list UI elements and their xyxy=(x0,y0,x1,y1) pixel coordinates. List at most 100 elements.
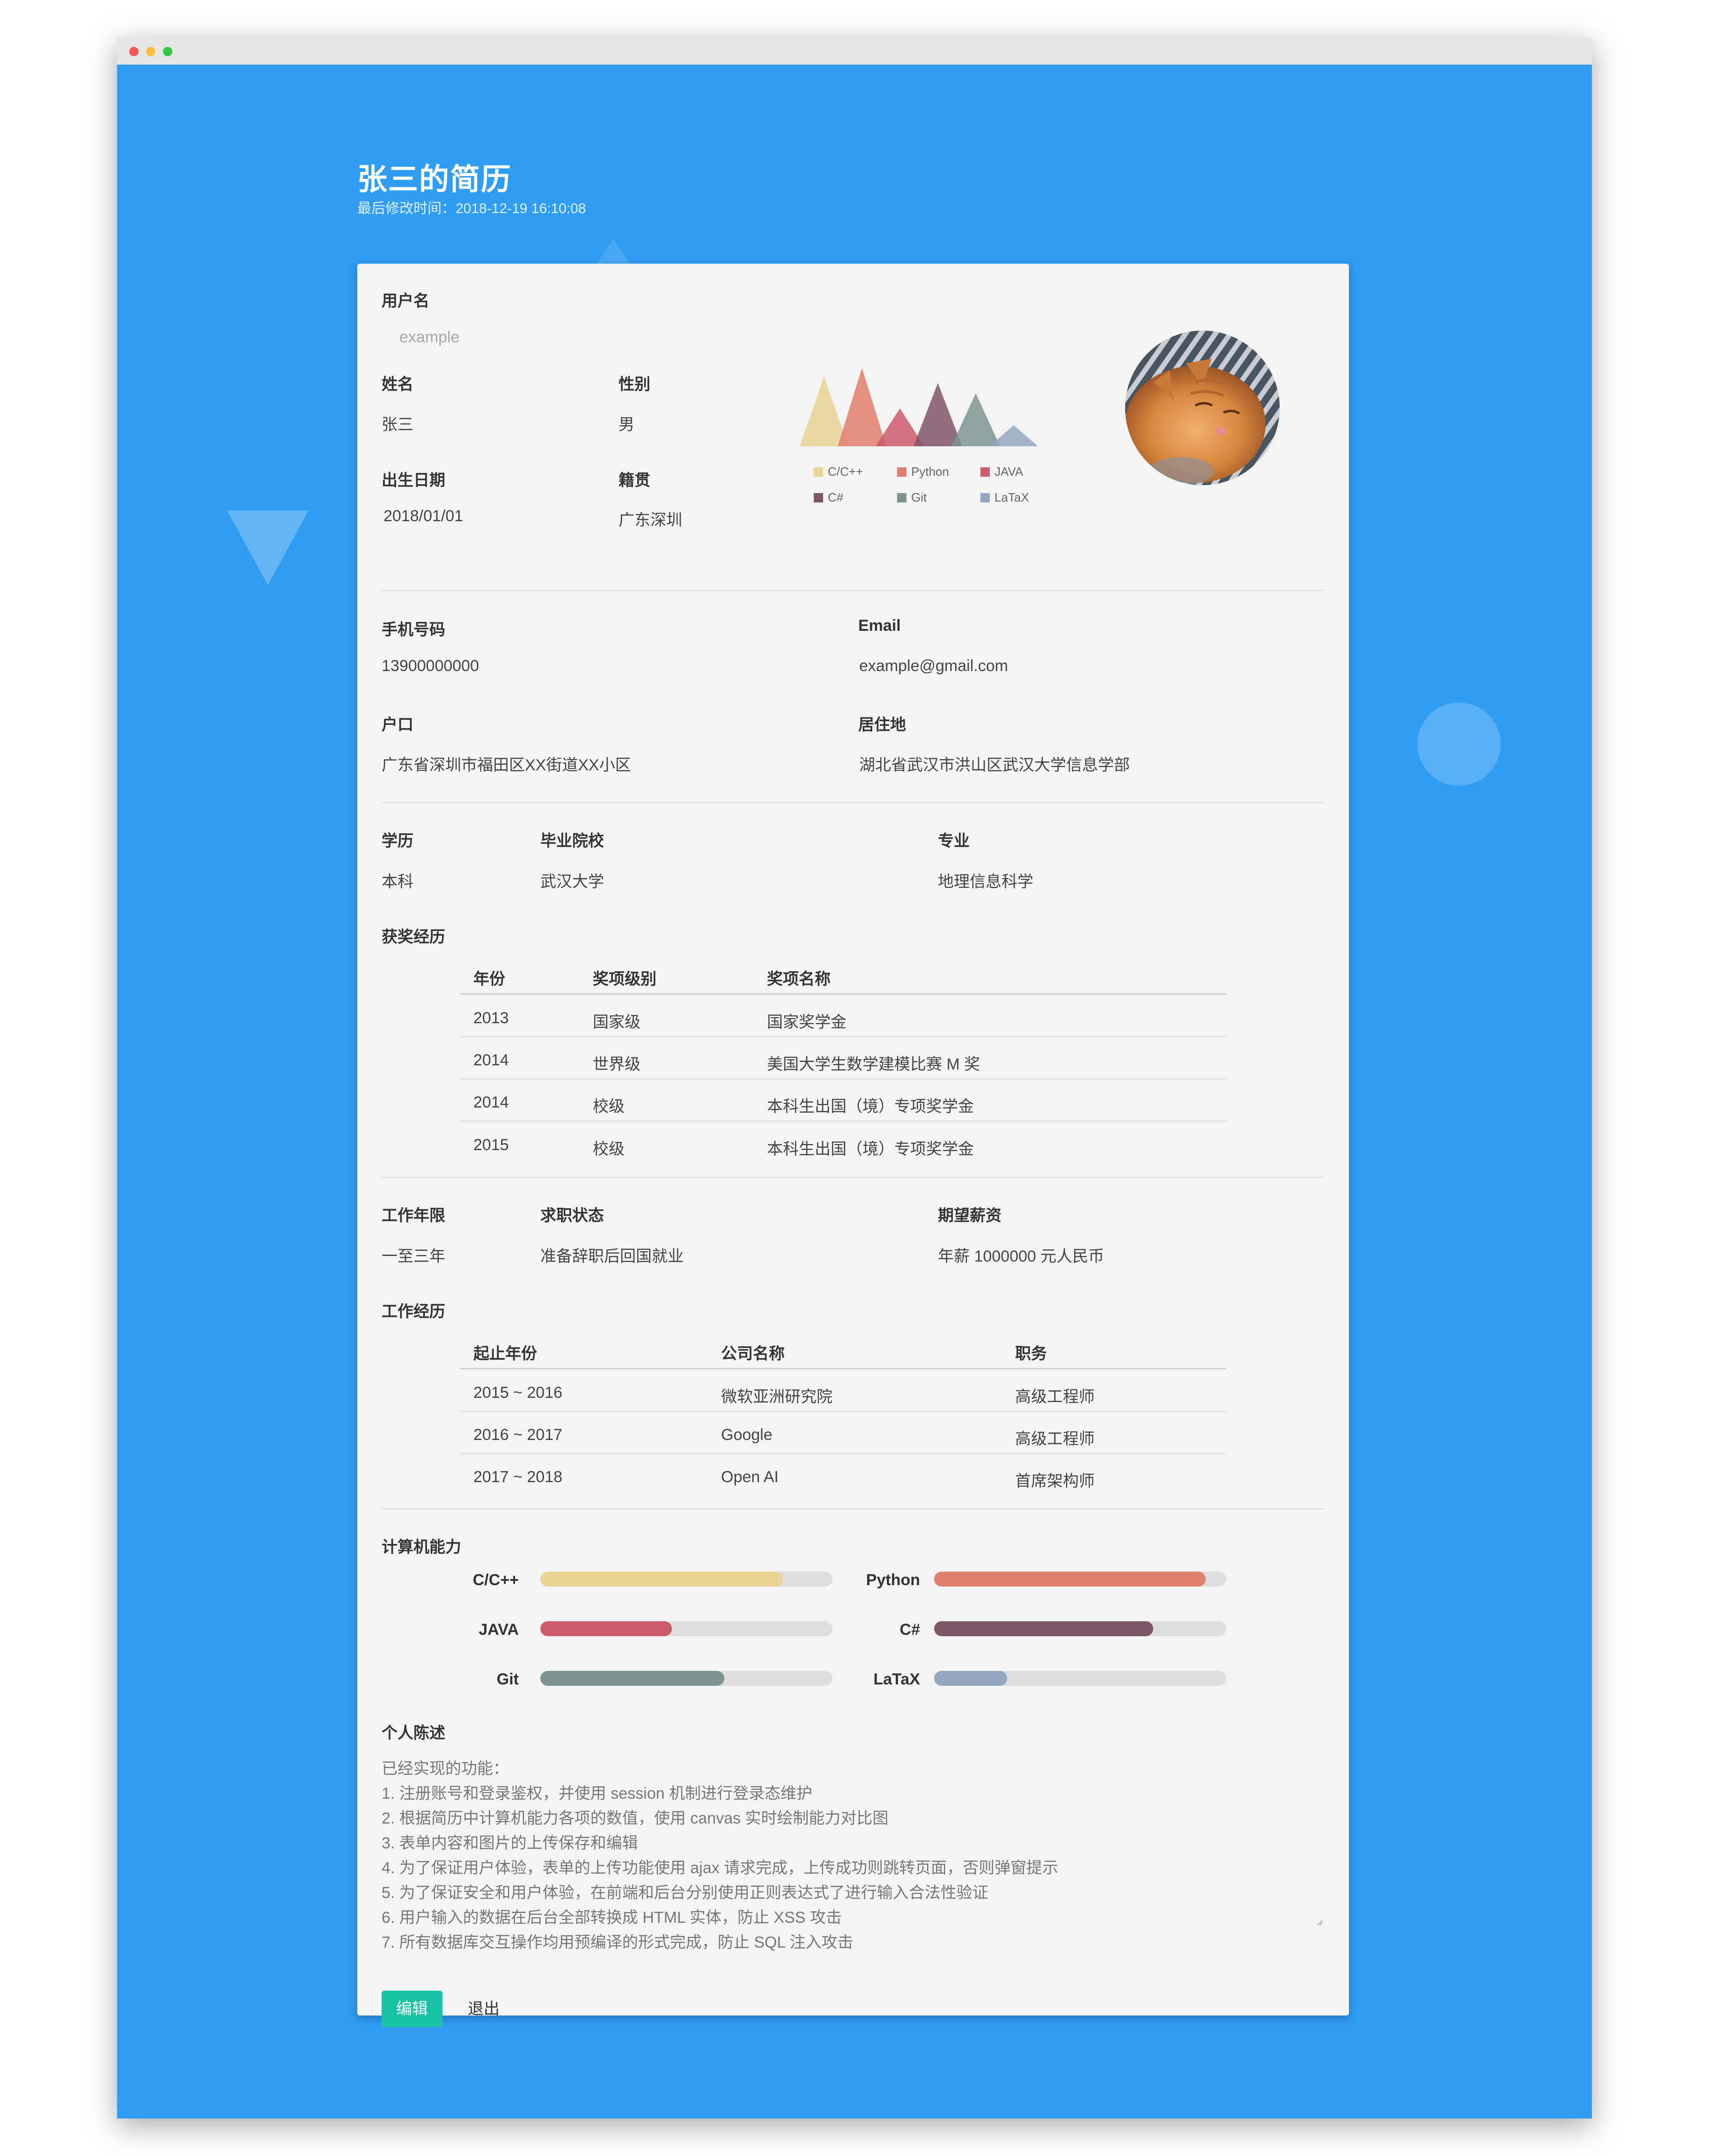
award-level: 国家级 xyxy=(593,1013,641,1031)
skill-bar-fill xyxy=(540,1621,672,1636)
legend-swatch xyxy=(897,493,906,502)
table-header-rule xyxy=(460,1368,1226,1369)
salary-value: 年薪 1000000 元人民币 xyxy=(938,1248,1105,1265)
origin-value: 广东深圳 xyxy=(619,511,682,529)
skill-label: JAVA xyxy=(479,1621,519,1639)
awards-section-title: 获奖经历 xyxy=(382,928,445,946)
experience-table: 起止年份 公司名称 职务 2015 ~ 2016 微软亚洲研究院 高级工程师 2… xyxy=(460,1336,1226,1495)
window-titlebar xyxy=(117,37,1592,65)
legend-label: JAVA xyxy=(994,465,1024,479)
experience-position: 高级工程师 xyxy=(1015,1388,1095,1406)
table-row-rule xyxy=(460,1453,1226,1454)
page-title: 张三的简历 xyxy=(357,162,512,196)
email-label: Email xyxy=(858,617,901,635)
name-value: 张三 xyxy=(382,416,413,434)
experience-position: 首席架构师 xyxy=(1015,1472,1095,1490)
experience-header-position: 职务 xyxy=(1015,1345,1047,1363)
skill-bar-fill xyxy=(540,1671,725,1686)
skill-label: Python xyxy=(866,1571,920,1589)
school-label: 毕业院校 xyxy=(540,832,604,850)
skill-bar-latax xyxy=(934,1671,1226,1686)
legend-swatch xyxy=(980,467,990,477)
name-label: 姓名 xyxy=(382,376,413,393)
legend-swatch xyxy=(814,493,823,502)
exit-button[interactable]: 退出 xyxy=(468,1991,500,2027)
experience-company: Open AI xyxy=(721,1468,779,1486)
statement-label: 个人陈述 xyxy=(382,1724,445,1742)
legend-swatch xyxy=(897,467,906,477)
salary-label: 期望薪资 xyxy=(938,1207,1002,1225)
awards-header-name: 奖项名称 xyxy=(767,970,831,988)
award-level: 世界级 xyxy=(593,1056,641,1073)
experience-header-company: 公司名称 xyxy=(721,1345,785,1363)
award-level: 校级 xyxy=(593,1098,625,1115)
statement-textarea[interactable]: 已经实现的功能： 1. 注册账号和登录鉴权，并使用 session 机制进行登录… xyxy=(382,1757,1325,1972)
peak-python xyxy=(838,368,886,446)
experience-period: 2015 ~ 2016 xyxy=(473,1384,563,1402)
last-modified-text: 最后修改时间：2018-12-19 16:10:08 xyxy=(357,201,586,216)
phone-value: 13900000000 xyxy=(382,657,479,675)
maximize-window-dot[interactable] xyxy=(163,47,172,56)
table-header-rule xyxy=(460,993,1226,995)
award-level: 校级 xyxy=(593,1140,625,1158)
skill-bar-fill xyxy=(934,1572,1206,1587)
resume-card: 用户名 example 姓名 张三 性别 男 出生日期 2018/01/01 籍… xyxy=(357,264,1349,2027)
peak-latax xyxy=(989,425,1038,446)
table-row-rule xyxy=(460,1121,1226,1122)
award-name: 本科生出国（境）专项奖学金 xyxy=(767,1140,974,1158)
experience-section-title: 工作经历 xyxy=(382,1303,445,1321)
peak-git xyxy=(951,393,1000,446)
email-value: example@gmail.com xyxy=(859,657,1008,675)
award-name: 美国大学生数学建模比赛 M 奖 xyxy=(767,1056,980,1073)
skills-peak-chart: C/C++ Python JAVA C# Git LaTaX xyxy=(800,368,1038,504)
skill-bar-git xyxy=(540,1671,832,1686)
experience-period: 2017 ~ 2018 xyxy=(473,1468,563,1486)
award-year: 2013 xyxy=(473,1009,509,1027)
skill-label: Git xyxy=(496,1670,519,1688)
skill-bar-cpp xyxy=(540,1572,832,1587)
residence-label: 居住地 xyxy=(858,716,906,734)
skill-bar-java xyxy=(540,1621,832,1636)
birthdate-label: 出生日期 xyxy=(382,472,445,489)
minimize-window-dot[interactable] xyxy=(146,47,155,56)
legend-swatch xyxy=(980,493,990,502)
avatar[interactable] xyxy=(1125,331,1280,485)
edit-button[interactable]: 编辑 xyxy=(382,1991,442,2027)
job-status-label: 求职状态 xyxy=(540,1207,604,1225)
skills-section-title: 计算机能力 xyxy=(382,1538,461,1556)
hukou-label: 户口 xyxy=(382,716,413,734)
close-window-dot[interactable] xyxy=(129,47,139,56)
awards-table: 年份 奖项级别 奖项名称 2013 国家级 国家奖学金 2014 世界级 美国大… xyxy=(460,961,1226,1167)
award-name: 本科生出国（境）专项奖学金 xyxy=(767,1098,974,1115)
skill-bar-fill xyxy=(540,1572,783,1587)
divider xyxy=(382,590,1325,591)
award-year: 2014 xyxy=(473,1093,509,1111)
birthdate-value: 2018/01/01 xyxy=(383,507,464,525)
username-field[interactable]: example xyxy=(399,328,460,347)
gender-label: 性别 xyxy=(619,376,650,393)
degree-value: 本科 xyxy=(382,873,413,891)
divider xyxy=(382,1177,1325,1178)
decor-circle-right xyxy=(1417,702,1501,786)
skill-bar-fill xyxy=(934,1621,1153,1636)
table-row-rule xyxy=(460,1078,1226,1079)
experience-header-period: 起止年份 xyxy=(473,1345,537,1363)
residence-value: 湖北省武汉市洪山区武汉大学信息学部 xyxy=(859,756,1130,774)
experience-position: 高级工程师 xyxy=(1015,1430,1095,1448)
legend-label: C/C++ xyxy=(828,465,863,479)
legend-label: LaTaX xyxy=(994,490,1029,504)
resize-handle-icon[interactable] xyxy=(1315,1918,1323,1926)
skill-bar-python xyxy=(934,1572,1226,1587)
legend-label: Git xyxy=(911,490,927,504)
legend-label: C# xyxy=(828,490,844,504)
username-label: 用户名 xyxy=(382,292,429,310)
legend-label: Python xyxy=(911,465,949,479)
major-label: 专业 xyxy=(938,832,970,850)
legend-swatch xyxy=(814,467,823,477)
experience-period: 2016 ~ 2017 xyxy=(473,1426,563,1444)
phone-label: 手机号码 xyxy=(382,621,445,639)
degree-label: 学历 xyxy=(382,832,413,850)
origin-label: 籍贯 xyxy=(619,472,650,489)
skill-label: C/C++ xyxy=(472,1571,519,1589)
skill-bar-fill xyxy=(934,1671,1007,1686)
